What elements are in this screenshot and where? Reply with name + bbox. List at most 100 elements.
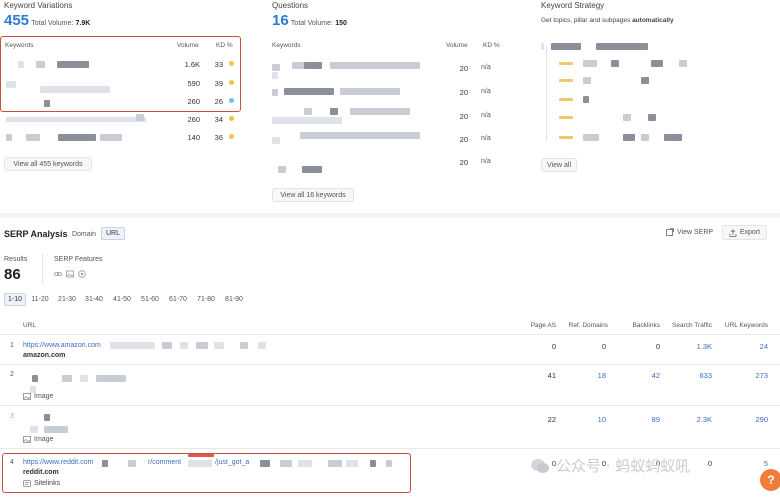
page-11-20[interactable]: 11-20 (29, 293, 51, 305)
page-61-70[interactable]: 61-70 (167, 293, 189, 305)
watermark: 公众号 · 蚂蚁蚂蚁吼 (530, 455, 690, 476)
row-feature-label: Image (34, 436, 54, 443)
row-ref-domains: 0 (601, 342, 606, 351)
keyword-variations-summary: 455 Total Volume: 7.9K (4, 12, 90, 29)
q-col-volume: Volume (446, 42, 468, 49)
target-icon (78, 270, 86, 278)
help-icon: ? (767, 473, 775, 487)
col-url-keywords: URL Keywords (724, 322, 768, 329)
questions-summary: 16 Total Volume: 150 (272, 12, 347, 29)
strategy-tree (541, 40, 711, 145)
row-backlinks: 0 (655, 342, 660, 351)
q-kd: n/a (481, 64, 491, 71)
image-icon (66, 270, 74, 278)
row-url-link[interactable]: https://www.amazon.com (23, 342, 101, 349)
watermark-text: 公众号 · 蚂蚁蚂蚁吼 (556, 457, 691, 475)
image-icon (23, 436, 31, 443)
page-71-80[interactable]: 71-80 (195, 293, 217, 305)
q-kd: n/a (481, 112, 491, 119)
total-volume-label: Total Volume: (31, 20, 74, 27)
page-51-60[interactable]: 51-60 (139, 293, 161, 305)
row-url-keywords[interactable]: 290 (732, 415, 768, 424)
wechat-icon (531, 458, 549, 473)
questions-total-value: 150 (335, 20, 347, 27)
keyword-strategy-title: Keyword Strategy (541, 1, 605, 10)
row-domain: amazon.com (23, 352, 66, 359)
highlight-box (2, 453, 411, 493)
keyword-variations-count: 455 (4, 12, 30, 29)
row-search-traffic[interactable]: 1.3K (676, 342, 712, 351)
total-volume-value: 7.9K (75, 20, 91, 27)
export-icon (729, 228, 737, 237)
q-col-kd: KD % (483, 42, 500, 49)
row-feature: Image (23, 436, 53, 443)
row-backlinks[interactable]: 42 (624, 371, 660, 380)
row-index: 3 (10, 413, 14, 420)
help-button[interactable]: ? (760, 469, 780, 491)
view-all-keywords-button[interactable]: View all 455 keywords (4, 157, 92, 171)
image-icon (23, 393, 31, 400)
serp-analysis-panel: SERP Analysis Domain URL View SERP Expor… (0, 218, 780, 500)
q-col-keywords: Keywords (272, 42, 301, 49)
col-backlinks: Backlinks (632, 322, 660, 329)
q-volume: 20 (459, 158, 468, 167)
row-ref-domains[interactable]: 10 (570, 415, 606, 424)
row-page-as: 41 (547, 371, 556, 380)
q-volume: 20 (459, 64, 468, 73)
col-ref-domains: Ref. Domains (568, 322, 608, 329)
export-button[interactable]: Export (722, 225, 767, 240)
page-81-90[interactable]: 81-90 (223, 293, 245, 305)
view-serp-button[interactable]: View SERP (666, 228, 713, 236)
link-chain-icon (54, 272, 62, 276)
q-kd: n/a (481, 88, 491, 95)
serp-features-icons (54, 270, 86, 278)
serp-features-label: SERP Features (54, 256, 103, 263)
row-feature-label: Image (34, 393, 54, 400)
row-ref-domains[interactable]: 18 (570, 371, 606, 380)
row-search-traffic[interactable]: 633 (676, 371, 712, 380)
col-search-traffic: Search Traffic (672, 322, 712, 329)
view-serp-label: View SERP (677, 228, 714, 236)
kd-indicator-icon (229, 134, 234, 139)
row-url-keywords[interactable]: 5 (732, 459, 768, 468)
export-label: Export (739, 229, 761, 236)
results-value: 86 (4, 266, 21, 283)
keyword-strategy-subtitle: Get topics, pillar and subpages automati… (541, 17, 674, 24)
q-kd: n/a (481, 158, 491, 165)
row-page-as: 22 (547, 415, 556, 424)
q-volume: 20 (459, 88, 468, 97)
row-index: 2 (10, 371, 14, 378)
page-31-40[interactable]: 31-40 (83, 293, 105, 305)
toggle-domain[interactable]: Domain (68, 228, 100, 240)
view-all-questions-button[interactable]: View all 16 keywords (272, 188, 354, 202)
row-search-traffic[interactable]: 2.3K (676, 415, 712, 424)
row-page-as: 0 (551, 342, 556, 351)
q-volume: 20 (459, 112, 468, 121)
row-backlinks[interactable]: 89 (624, 415, 660, 424)
kv-volume: 260 (187, 115, 200, 124)
kd-indicator-icon (229, 116, 234, 121)
questions-title: Questions (272, 1, 309, 10)
kv-kd: 34 (214, 115, 223, 124)
results-label: Results (4, 256, 28, 263)
toggle-url[interactable]: URL (101, 227, 125, 240)
q-volume: 20 (459, 135, 468, 144)
page-41-50[interactable]: 41-50 (111, 293, 133, 305)
row-url-keywords[interactable]: 24 (732, 342, 768, 351)
questions-count: 16 (272, 12, 289, 29)
keyword-variations-title: Keyword Variations (4, 1, 73, 10)
top-panel: Keyword Variations 455 Total Volume: 7.9… (0, 0, 780, 213)
external-link-icon (666, 228, 674, 236)
page-21-30[interactable]: 21-30 (56, 293, 78, 305)
highlight-box (0, 36, 241, 112)
serp-title: SERP Analysis (4, 229, 68, 239)
row-url-keywords[interactable]: 273 (732, 371, 768, 380)
page-1-10[interactable]: 1-10 (4, 293, 26, 306)
questions-total-label: Total Volume: (290, 20, 333, 27)
pagination: 1-10 11-20 21-30 31-40 41-50 51-60 61-70… (4, 293, 254, 306)
strategy-view-all-button[interactable]: View all (541, 158, 577, 172)
row-index: 1 (10, 342, 14, 349)
kv-volume: 140 (187, 133, 200, 142)
strategy-subtitle-bold: automatically (632, 17, 674, 24)
row-feature: Image (23, 393, 53, 400)
